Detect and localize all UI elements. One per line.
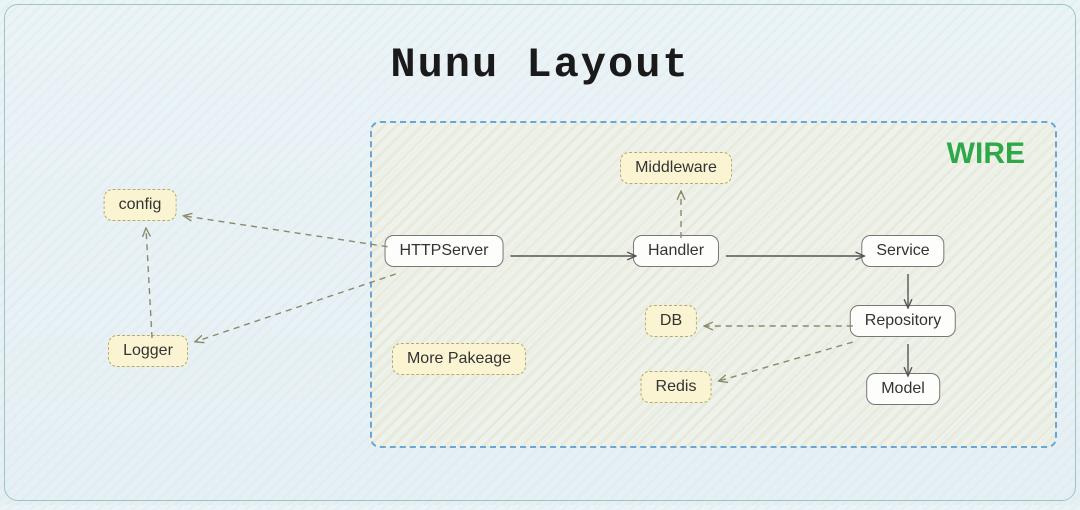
arrow-layer <box>5 5 1080 510</box>
diagram-canvas: Nunu Layout WIRE config Logger HTTPServe… <box>4 4 1076 501</box>
edge-repository-to-redis <box>718 342 852 381</box>
edge-httpserver-to-config <box>183 216 387 247</box>
edge-httpserver-to-logger <box>195 274 396 342</box>
edge-logger-to-config <box>146 228 152 338</box>
